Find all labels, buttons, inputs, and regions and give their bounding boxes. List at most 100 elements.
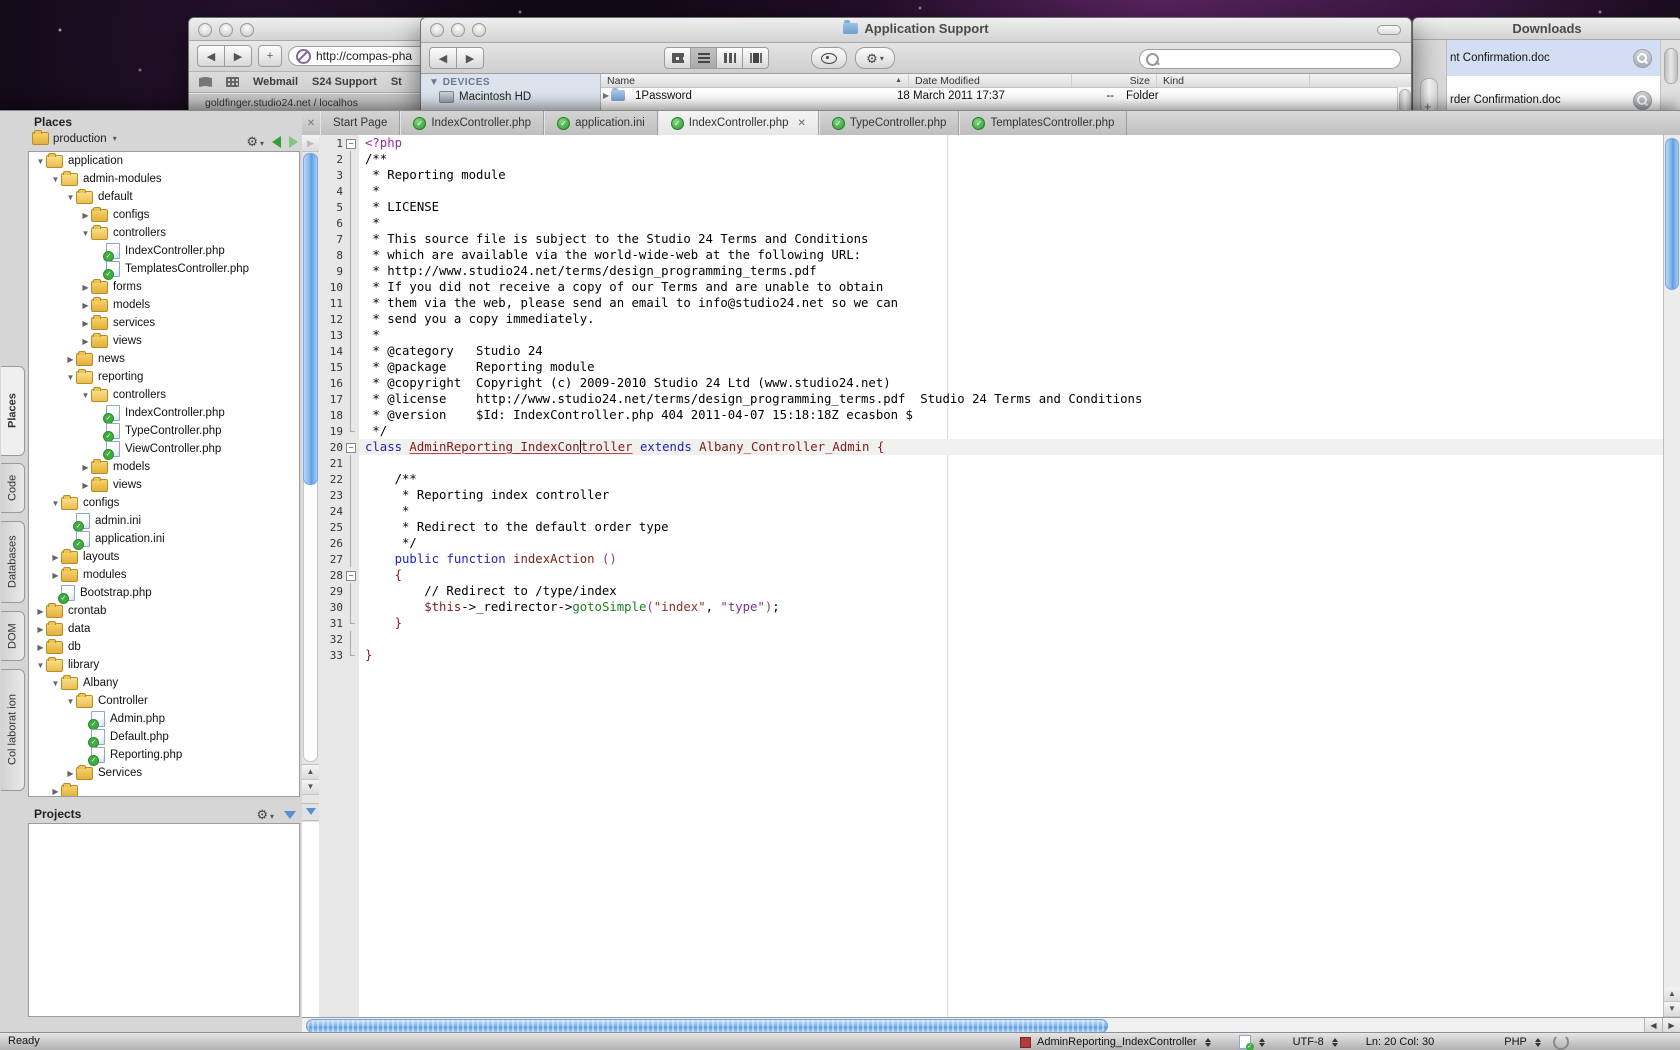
side-tab-places[interactable]: Places	[1, 366, 25, 456]
disclosure-open-icon[interactable]: ▼	[50, 679, 61, 688]
close-icon[interactable]: ✕	[302, 111, 320, 135]
editor-tab[interactable]: Start Page	[320, 111, 400, 135]
quick-look-button[interactable]	[811, 47, 847, 69]
fold-marker[interactable]: −	[343, 135, 357, 151]
tree-item[interactable]: ▼controllers	[29, 386, 299, 404]
tree-item[interactable]: ▶	[29, 782, 299, 797]
close-tab-icon[interactable]: ✕	[798, 118, 806, 129]
forward-button[interactable]: ▶	[457, 47, 484, 69]
editor-tab[interactable]: ✓TypeController.php	[819, 111, 960, 135]
tree-item[interactable]: application.ini	[29, 530, 299, 548]
disclosure-closed-icon[interactable]: ▶	[80, 481, 91, 490]
tree-item[interactable]: admin.ini	[29, 512, 299, 530]
toolbar-toggle-button[interactable]	[1377, 25, 1401, 35]
stepper-icon[interactable]	[1205, 1038, 1211, 1047]
tree-item[interactable]: ▶views	[29, 332, 299, 350]
disclosure-closed-icon[interactable]: ▶	[65, 769, 76, 778]
sync-icon[interactable]	[1553, 1034, 1569, 1050]
tree-item[interactable]: ▼reporting	[29, 368, 299, 386]
column-header-kind[interactable]: Kind	[1157, 74, 1310, 87]
disclosure-open-icon[interactable]: ▼	[35, 157, 46, 166]
places-settings-button[interactable]: ⚙▾	[246, 133, 264, 151]
icon-view-button[interactable]	[664, 47, 691, 69]
disclosure-open-icon[interactable]: ▼	[35, 661, 46, 670]
column-header-date[interactable]: Date Modified	[909, 74, 1072, 87]
tree-item[interactable]: ▼admin-modules	[29, 170, 299, 188]
bookmarks-icon[interactable]	[199, 77, 212, 87]
column-header-size[interactable]: Size	[1072, 74, 1157, 87]
back-button[interactable]: ◀	[429, 47, 457, 69]
status-encoding[interactable]: UTF-8	[1293, 1036, 1324, 1048]
bookmark-item[interactable]: Webmail	[253, 76, 298, 88]
list-view-button[interactable]	[691, 47, 717, 69]
bookmark-item[interactable]: S24 Support	[312, 76, 377, 88]
disclosure-closed-icon[interactable]: ▶	[80, 283, 91, 292]
places-root-dropdown[interactable]: production ▾	[32, 132, 117, 145]
tree-item[interactable]: ▶views	[29, 476, 299, 494]
editor-left-scrollbar[interactable]: ▶ ▲ ▼	[302, 135, 320, 1017]
tree-item[interactable]: ▼controllers	[29, 224, 299, 242]
tree-item[interactable]: ▶configs	[29, 206, 299, 224]
tree-item[interactable]: ▶models	[29, 458, 299, 476]
scroll-down-icon[interactable]: ▼	[302, 780, 319, 795]
scroll-thumb[interactable]	[1664, 48, 1678, 84]
tree-item[interactable]: Default.php	[29, 728, 299, 746]
new-tab-button[interactable]: +	[258, 45, 282, 67]
disclosure-closed-icon[interactable]: ▶	[50, 787, 61, 796]
finder-titlebar[interactable]: Application Support	[421, 18, 1411, 43]
tree-item[interactable]: ▼default	[29, 188, 299, 206]
back-button[interactable]: ◀	[197, 45, 225, 67]
tree-item[interactable]: ▶modules	[29, 566, 299, 584]
scroll-thumb[interactable]	[306, 1019, 1108, 1033]
tree-item[interactable]: ▶db	[29, 638, 299, 656]
tree-item[interactable]: ▶Services	[29, 764, 299, 782]
scroll-thumb[interactable]	[303, 153, 318, 485]
download-item[interactable]: nt Confirmation.doc	[1447, 40, 1660, 76]
column-view-button[interactable]	[717, 47, 743, 69]
column-header-name[interactable]: Name▲	[601, 74, 909, 87]
side-tab-databases[interactable]: Databases	[1, 521, 25, 603]
tree-item[interactable]: IndexController.php	[29, 242, 299, 260]
downloads-titlebar[interactable]: Downloads	[1413, 18, 1680, 40]
sidebar-item-macintosh-hd[interactable]: Macintosh HD	[429, 91, 600, 103]
bookmark-item[interactable]: St	[391, 76, 402, 88]
tree-item[interactable]: Bootstrap.php	[29, 584, 299, 602]
disclosure-closed-icon[interactable]: ▶	[80, 337, 91, 346]
tree-item[interactable]: ▶crontab	[29, 602, 299, 620]
browser-traffic-lights[interactable]	[198, 23, 254, 37]
disclosure-closed-icon[interactable]: ▶	[35, 643, 46, 652]
top-sites-icon[interactable]	[226, 77, 239, 87]
tree-item[interactable]: TypeController.php	[29, 422, 299, 440]
tree-item[interactable]: ▶layouts	[29, 548, 299, 566]
tree-item[interactable]: ▼library	[29, 656, 299, 674]
disclosure-open-icon[interactable]: ▼	[65, 193, 76, 202]
navigate-back-icon[interactable]	[272, 136, 281, 148]
stepper-icon[interactable]	[1535, 1038, 1541, 1047]
tree-item[interactable]: ▶news	[29, 350, 299, 368]
coverflow-view-button[interactable]	[743, 47, 769, 69]
tree-item[interactable]: ▶models	[29, 296, 299, 314]
editor-tab[interactable]: ✓application.ini	[544, 111, 658, 135]
fold-marker[interactable]: −	[343, 439, 357, 455]
projects-settings-button[interactable]: ⚙▾	[256, 806, 274, 824]
tree-item[interactable]: ▼Controller	[29, 692, 299, 710]
disclosure-closed-icon[interactable]: ▶	[65, 355, 76, 364]
downloads-scrollbar[interactable]	[1660, 40, 1680, 116]
table-row[interactable]: ▶ 1Password 18 March 2011 17:37 -- Folde…	[601, 88, 1411, 103]
disclosure-closed-icon[interactable]: ▶	[35, 625, 46, 634]
minimize-button[interactable]	[219, 23, 233, 37]
editor-tab[interactable]: ✓TemplatesController.php	[959, 111, 1127, 135]
disclosure-open-icon[interactable]: ▼	[65, 697, 76, 706]
code-editor[interactable]: <?php/** * Reporting module * * LICENSE …	[359, 135, 1664, 1017]
status-class-name[interactable]: AdminReporting_IndexController	[1037, 1036, 1197, 1048]
scroll-up-icon[interactable]: ▲	[302, 765, 319, 780]
fold-marker[interactable]: −	[343, 567, 357, 583]
tree-item[interactable]: IndexController.php	[29, 404, 299, 422]
tree-item[interactable]: ▼Albany	[29, 674, 299, 692]
close-button[interactable]	[198, 23, 212, 37]
magnifier-icon[interactable]	[1633, 91, 1652, 110]
disclosure-closed-icon[interactable]: ▶	[50, 571, 61, 580]
search-input[interactable]	[1139, 49, 1401, 69]
scroll-thumb[interactable]	[1665, 138, 1679, 290]
navigate-forward-icon[interactable]	[289, 136, 298, 148]
